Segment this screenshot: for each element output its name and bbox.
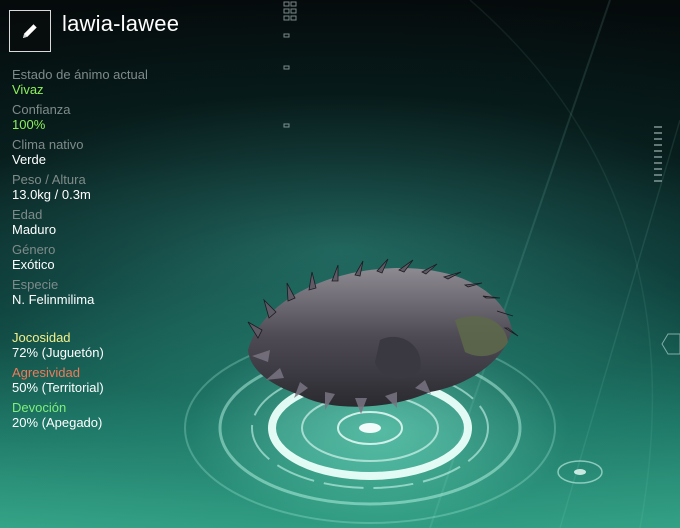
trait-value: 72% (Juguetón) (12, 345, 104, 360)
stat-age: Edad Maduro (12, 207, 252, 238)
trait-label: Jocosidad (12, 330, 71, 345)
stat-value: Exótico (12, 257, 55, 272)
trait-playfulness: Jocosidad 72% (Juguetón) (12, 330, 252, 361)
stat-species: Especie N. Felinmilima (12, 277, 252, 308)
stat-value: Maduro (12, 222, 57, 237)
stat-weight-height: Peso / Altura 13.0kg / 0.3m (12, 172, 252, 203)
pencil-icon (20, 21, 40, 41)
trait-aggression: Agresividad 50% (Territorial) (12, 365, 252, 396)
stat-value: Verde (12, 152, 46, 167)
stat-label: Peso / Altura (12, 172, 86, 187)
stat-label: Edad (12, 207, 43, 222)
stat-value: 100% (12, 117, 46, 132)
trait-label: Agresividad (12, 365, 80, 380)
edit-name-button[interactable] (9, 10, 51, 52)
stat-value: N. Felinmilima (12, 292, 95, 307)
stat-label: Género (12, 242, 56, 257)
stat-label: Estado de ánimo actual (12, 67, 148, 82)
stat-climate: Clima nativo Verde (12, 137, 252, 168)
stat-value: Vivaz (12, 82, 44, 97)
stat-label: Especie (12, 277, 59, 292)
trait-value: 20% (Apegado) (12, 415, 103, 430)
trait-value: 50% (Territorial) (12, 380, 104, 395)
creature-name: lawia-lawee (62, 11, 180, 36)
trait-devotion: Devoción 20% (Apegado) (12, 400, 252, 431)
stat-label: Clima nativo (12, 137, 84, 152)
stat-label: Confianza (12, 102, 71, 117)
stats-panel: Estado de ánimo actual Vivaz Confianza 1… (12, 67, 252, 312)
stat-gender: Género Exótico (12, 242, 252, 273)
stat-mood: Estado de ánimo actual Vivaz (12, 67, 252, 98)
stat-value: 13.0kg / 0.3m (12, 187, 91, 202)
stat-trust: Confianza 100% (12, 102, 252, 133)
traits-panel: Jocosidad 72% (Juguetón) Agresividad 50%… (12, 330, 252, 435)
trait-label: Devoción (12, 400, 67, 415)
